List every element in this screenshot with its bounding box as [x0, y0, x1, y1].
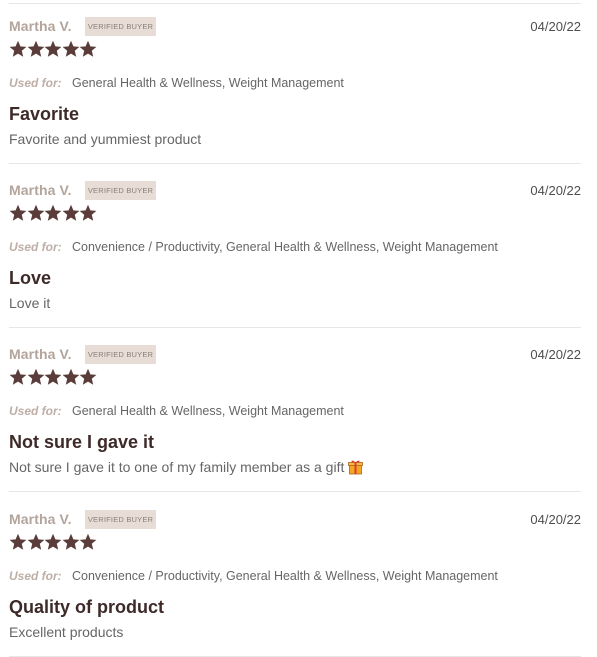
star-icon: [79, 40, 97, 58]
review-card: Martha V. VERIFIED BUYER 04/20/22 Used f…: [9, 328, 581, 492]
reviewer-name[interactable]: Martha V.: [9, 182, 72, 198]
star-icon: [79, 204, 97, 222]
gift-icon: [348, 459, 364, 475]
review-body: Excellent products: [9, 624, 123, 640]
star-icon: [44, 368, 62, 386]
star-icon: [27, 368, 45, 386]
reviewer-name[interactable]: Martha V.: [9, 511, 72, 527]
verified-buyer-badge: VERIFIED BUYER: [85, 510, 156, 529]
star-icon: [44, 204, 62, 222]
star-icon: [9, 40, 27, 58]
review-title: Not sure I gave it: [9, 432, 155, 452]
review-body-text: Favorite and yummiest product: [9, 131, 202, 147]
review-card: Martha V. VERIFIED BUYER 04/20/22 Used f…: [9, 493, 581, 657]
star-rating: [9, 368, 97, 388]
review-date: 04/20/22: [530, 19, 581, 34]
review-title: Favorite: [9, 104, 80, 124]
verified-buyer-badge: VERIFIED BUYER: [85, 17, 156, 36]
review-body-text: Not sure I gave it to one of my family m…: [9, 459, 345, 475]
review-title: Quality of product: [9, 597, 164, 617]
review-card: Martha V. VERIFIED BUYER 04/20/22 Used f…: [9, 0, 581, 164]
review-date: 04/20/22: [530, 512, 581, 527]
star-icon: [62, 204, 80, 222]
star-icon: [62, 533, 80, 551]
used-for-label: Used for:: [9, 76, 62, 90]
used-for-values: Convenience / Productivity, General Heal…: [72, 240, 498, 254]
star-icon: [9, 204, 27, 222]
review-body: Not sure I gave it to one of my family m…: [9, 459, 364, 475]
star-icon: [62, 368, 80, 386]
verified-buyer-badge: VERIFIED BUYER: [85, 181, 156, 200]
used-for-values: Convenience / Productivity, General Heal…: [72, 569, 498, 583]
reviewer-name[interactable]: Martha V.: [9, 18, 72, 34]
used-for-values: General Health & Wellness, Weight Manage…: [72, 404, 344, 418]
reviewer-name[interactable]: Martha V.: [9, 346, 72, 362]
star-icon: [27, 533, 45, 551]
star-icon: [9, 533, 27, 551]
review-date: 04/20/22: [530, 183, 581, 198]
star-icon: [79, 368, 97, 386]
star-icon: [44, 40, 62, 58]
used-for-label: Used for:: [9, 569, 62, 583]
star-icon: [44, 533, 62, 551]
star-icon: [79, 533, 97, 551]
review-card: Martha V. VERIFIED BUYER 04/20/22 Used f…: [9, 164, 581, 328]
star-icon: [62, 40, 80, 58]
star-rating: [9, 533, 97, 553]
review-title: Love: [9, 268, 52, 288]
used-for-label: Used for:: [9, 240, 62, 254]
review-body-text: Love it: [9, 295, 51, 311]
review-body: Love it: [9, 295, 50, 311]
review-body-text: Excellent products: [9, 624, 124, 640]
star-icon: [9, 368, 27, 386]
used-for-label: Used for:: [9, 404, 62, 418]
star-icon: [27, 204, 45, 222]
review-divider: [9, 491, 581, 492]
review-body: Favorite and yummiest product: [9, 131, 201, 147]
star-rating: [9, 204, 97, 224]
verified-buyer-badge: VERIFIED BUYER: [85, 345, 156, 364]
star-icon: [27, 40, 45, 58]
review-date: 04/20/22: [530, 347, 581, 362]
used-for-values: General Health & Wellness, Weight Manage…: [72, 76, 344, 90]
star-rating: [9, 40, 97, 60]
